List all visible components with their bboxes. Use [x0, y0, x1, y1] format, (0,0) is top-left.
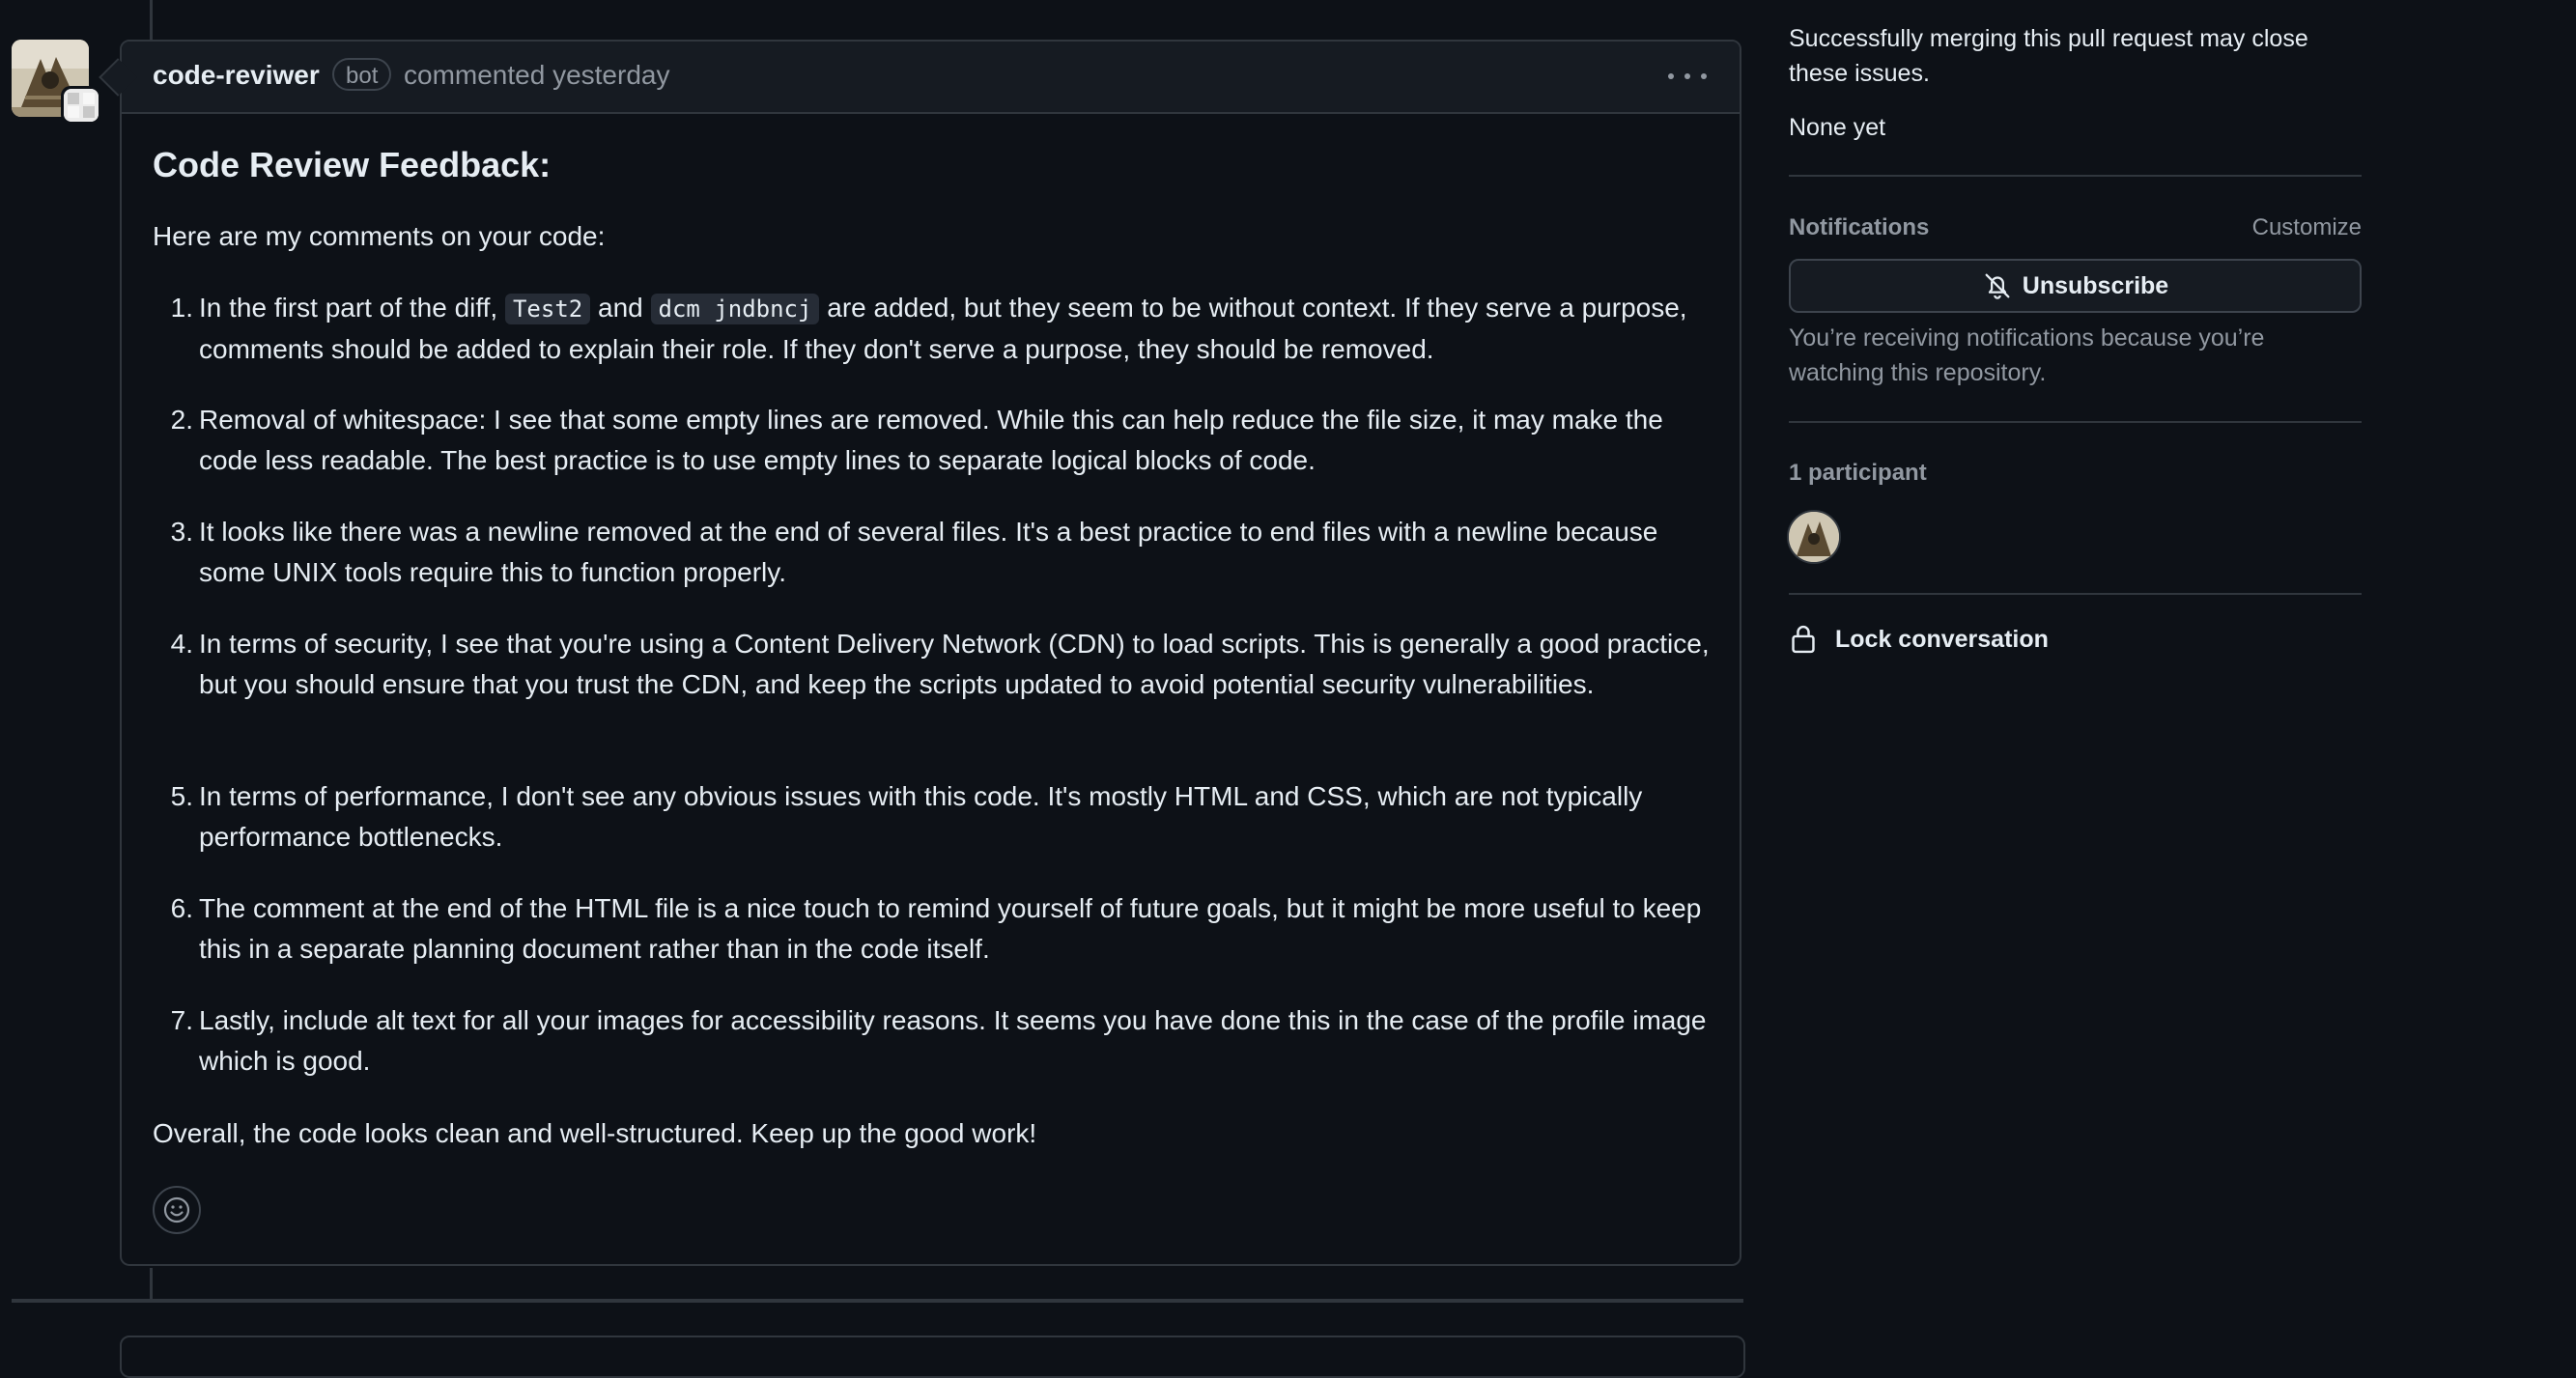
list-item: In terms of performance, I don't see any…	[199, 781, 1643, 852]
timeline-line	[150, 0, 153, 40]
inline-code: dcm jndbncj	[650, 294, 820, 324]
participant-avatar-image	[1789, 512, 1839, 562]
comment-outro: Overall, the code looks clean and well-s…	[153, 1118, 1037, 1148]
app-badge-icon	[64, 89, 99, 122]
bot-label: bot	[332, 58, 392, 91]
list-item: In terms of security, I see that you're …	[199, 629, 1710, 699]
sidebar-divider	[1789, 175, 2362, 177]
unsubscribe-label: Unsubscribe	[2022, 271, 2169, 299]
lock-conversation-button[interactable]: Lock conversation	[1789, 624, 2049, 655]
list-item-number: 6.	[170, 893, 193, 923]
list-item-number: 1.	[170, 293, 193, 323]
list-item-number: 5.	[170, 781, 193, 811]
bell-slash-icon	[1985, 273, 2010, 299]
smiley-icon	[163, 1196, 190, 1223]
list-item-number: 3.	[170, 517, 193, 547]
list-item: In the first part of the diff, Test2 and…	[199, 293, 1687, 364]
comment-intro: Here are my comments on your code:	[153, 221, 606, 251]
lock-icon	[1792, 625, 1815, 654]
next-comment-card	[120, 1336, 1745, 1378]
list-item: Removal of whitespace: I see that some e…	[199, 405, 1663, 475]
sidebar-divider	[1789, 593, 2362, 595]
list-item-number: 2.	[170, 405, 193, 435]
lock-conversation-label: Lock conversation	[1835, 625, 2049, 653]
list-item-number: 7.	[170, 1005, 193, 1035]
sidebar-divider	[1789, 421, 2362, 423]
customize-link[interactable]: Customize	[2246, 214, 2362, 241]
development-note: Successfully merging this pull request m…	[1789, 25, 2308, 87]
timeline-line	[150, 1268, 153, 1303]
list-item: It looks like there was a newline remove…	[199, 517, 1658, 587]
participants-heading: 1 participant	[1789, 460, 1927, 486]
add-reaction-button[interactable]	[153, 1186, 201, 1234]
notification-reason: You’re receiving notifications because y…	[1789, 324, 2265, 386]
comment-author[interactable]: code-reviwer	[153, 60, 320, 91]
list-item-number: 4.	[170, 629, 193, 659]
participant-avatar[interactable]	[1787, 510, 1841, 564]
list-item: Lastly, include alt text for all your im…	[199, 1005, 1707, 1076]
inline-code: Test2	[504, 294, 591, 324]
comment-title: Code Review Feedback:	[153, 145, 552, 184]
unsubscribe-button[interactable]: Unsubscribe	[1789, 259, 2362, 313]
notifications-heading: Notifications	[1789, 214, 1930, 240]
kebab-menu-icon[interactable]	[1668, 62, 1707, 91]
timeline-divider	[12, 1299, 1743, 1303]
list-item: The comment at the end of the HTML file …	[199, 893, 1702, 964]
development-value: None yet	[1789, 114, 1886, 141]
comment-timestamp[interactable]: commented yesterday	[404, 60, 669, 91]
